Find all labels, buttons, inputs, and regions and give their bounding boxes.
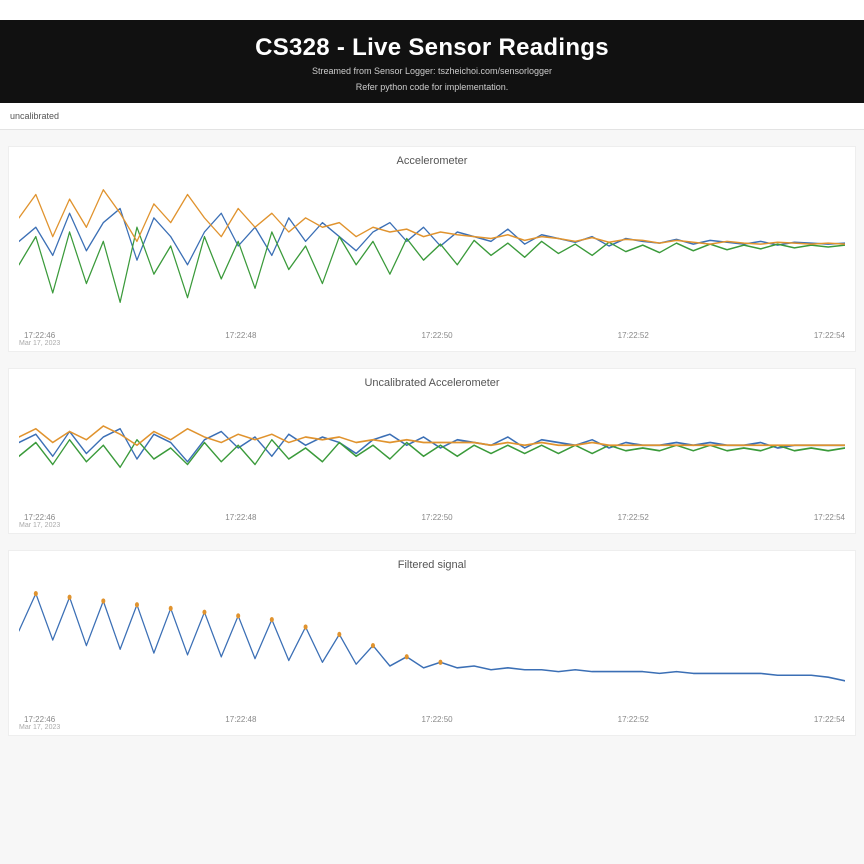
x-tick: 17:22:48 bbox=[225, 513, 256, 529]
series-line-filtered bbox=[19, 594, 845, 681]
peak-marker bbox=[34, 591, 38, 596]
series-line-y bbox=[19, 228, 845, 303]
chart-panel-uncalibrated: Uncalibrated Accelerometer 17:22:46Mar 1… bbox=[8, 368, 856, 534]
x-tick: 17:22:52 bbox=[618, 331, 649, 347]
x-tick: 17:22:54 bbox=[814, 513, 845, 529]
x-tick: 17:22:52 bbox=[618, 513, 649, 529]
chart-panel-accelerometer: Accelerometer 17:22:46Mar 17, 202317:22:… bbox=[8, 146, 856, 352]
x-tick: 17:22:46Mar 17, 2023 bbox=[19, 513, 60, 529]
x-tick: 17:22:50 bbox=[421, 331, 452, 347]
peak-marker bbox=[169, 606, 173, 611]
peak-marker bbox=[101, 599, 105, 604]
x-tick: 17:22:50 bbox=[421, 513, 452, 529]
chart-title: Uncalibrated Accelerometer bbox=[9, 369, 855, 393]
x-tick: 17:22:48 bbox=[225, 715, 256, 731]
peak-marker bbox=[304, 625, 308, 630]
x-tick: 17:22:52 bbox=[618, 715, 649, 731]
page-header: CS328 - Live Sensor Readings Streamed fr… bbox=[0, 20, 864, 103]
chart-svg bbox=[19, 171, 845, 321]
peak-marker bbox=[236, 614, 240, 619]
chart-plot-area[interactable]: 17:22:46Mar 17, 2023 17:22:48 17:22:50 17:2… bbox=[9, 393, 855, 533]
chart-svg bbox=[19, 393, 845, 503]
x-tick: 17:22:46Mar 17, 2023 bbox=[19, 715, 60, 731]
chart-plot-area[interactable]: 17:22:46Mar 17, 2023 17:22:48 17:22:50 17:2… bbox=[9, 575, 855, 735]
x-tick: 17:22:48 bbox=[225, 331, 256, 347]
subheader-bar: uncalibrated bbox=[0, 103, 864, 130]
page-subtitle-1: Streamed from Sensor Logger: tszheichoi.… bbox=[10, 66, 854, 78]
series-line-z bbox=[19, 426, 845, 445]
x-tick: 17:22:50 bbox=[421, 715, 452, 731]
chart-svg bbox=[19, 575, 845, 705]
chart-plot-area[interactable]: 17:22:46Mar 17, 2023 17:22:48 17:22:50 17:2… bbox=[9, 171, 855, 351]
chart-title: Accelerometer bbox=[9, 147, 855, 171]
peak-marker bbox=[135, 603, 139, 608]
window-spacer bbox=[0, 0, 864, 20]
peak-marker bbox=[202, 610, 206, 615]
peak-marker bbox=[270, 617, 274, 622]
page-subtitle-2: Refer python code for implementation. bbox=[10, 82, 854, 94]
series-line-x bbox=[19, 209, 845, 265]
chart-x-axis: 17:22:46Mar 17, 2023 17:22:48 17:22:50 17:2… bbox=[19, 715, 845, 731]
x-tick: 17:22:54 bbox=[814, 331, 845, 347]
x-tick: 17:22:46Mar 17, 2023 bbox=[19, 331, 60, 347]
peak-marker bbox=[68, 595, 72, 600]
chart-title: Filtered signal bbox=[9, 551, 855, 575]
peak-marker bbox=[337, 632, 341, 637]
page-title: CS328 - Live Sensor Readings bbox=[10, 34, 854, 62]
subheader-label: uncalibrated bbox=[10, 111, 59, 121]
chart-panel-filtered: Filtered signal 17:22:46Mar 17, 202317:2… bbox=[8, 550, 856, 736]
peak-marker bbox=[371, 643, 375, 648]
peak-marker bbox=[438, 660, 442, 665]
chart-x-axis: 17:22:46Mar 17, 2023 17:22:48 17:22:50 17:2… bbox=[19, 513, 845, 529]
chart-x-axis: 17:22:46Mar 17, 2023 17:22:48 17:22:50 17:2… bbox=[19, 331, 845, 347]
peak-marker bbox=[405, 655, 409, 660]
x-tick: 17:22:54 bbox=[814, 715, 845, 731]
